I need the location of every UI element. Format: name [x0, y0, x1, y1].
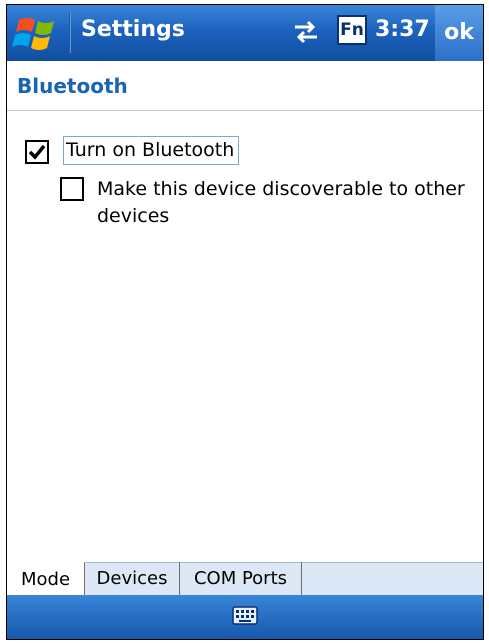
tab-devices[interactable]: Devices [85, 562, 180, 598]
page-heading: Bluetooth [7, 61, 483, 111]
page-title: Bluetooth [17, 74, 128, 98]
clock[interactable]: 3:37 [375, 17, 430, 42]
discoverable-checkbox[interactable] [60, 177, 84, 201]
tab-mode[interactable]: Mode [7, 562, 85, 598]
discoverable-label[interactable]: Make this device discoverable to other d… [97, 176, 477, 230]
tab-strip: Mode Devices COM Ports [7, 562, 483, 598]
turn-on-bluetooth-label[interactable]: Turn on Bluetooth [63, 136, 240, 165]
connectivity-arrows-icon[interactable] [291, 15, 321, 49]
device-screen: Settings Fn 3:37 ok Bluetooth Turn on Bl… [6, 4, 484, 640]
title-bar: Settings Fn 3:37 ok [7, 5, 483, 61]
app-title: Settings [81, 17, 185, 42]
tab-com-ports[interactable]: COM Ports [180, 562, 302, 598]
fn-key-indicator[interactable]: Fn [337, 15, 367, 45]
ok-button[interactable]: ok [435, 5, 483, 61]
keyboard-icon[interactable] [232, 605, 258, 627]
turn-on-bluetooth-checkbox[interactable] [25, 140, 49, 164]
windows-flag-icon [12, 18, 54, 50]
title-separator [69, 13, 71, 53]
checkmark-icon [28, 144, 46, 160]
menu-bar [7, 595, 483, 639]
start-button[interactable] [11, 10, 67, 56]
